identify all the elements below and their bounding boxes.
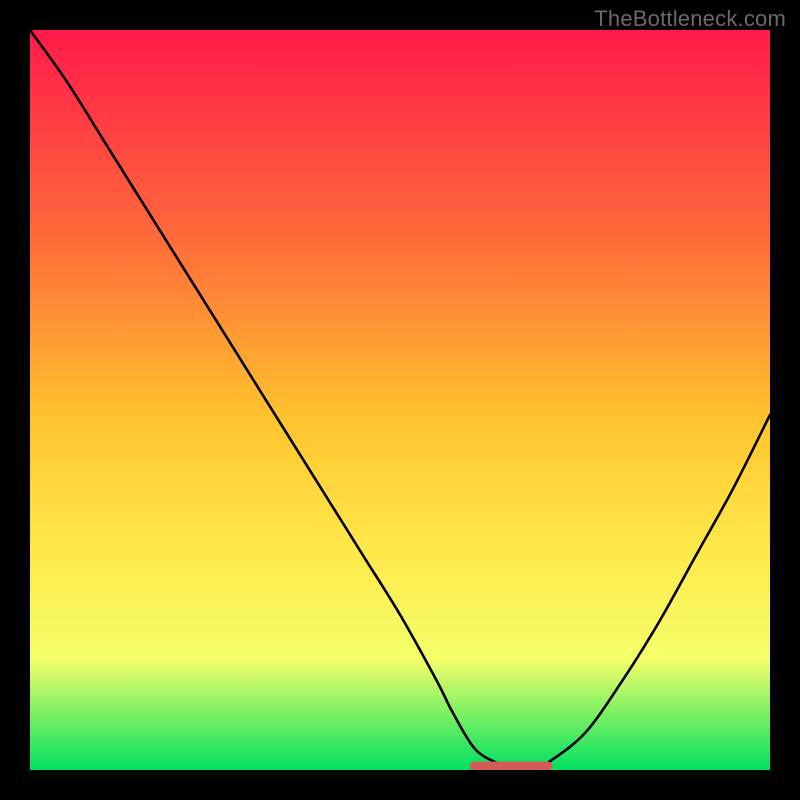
plot-background xyxy=(30,30,770,770)
chart-svg xyxy=(0,0,800,800)
chart-frame: TheBottleneck.com xyxy=(0,0,800,800)
watermark-text: TheBottleneck.com xyxy=(594,6,786,32)
